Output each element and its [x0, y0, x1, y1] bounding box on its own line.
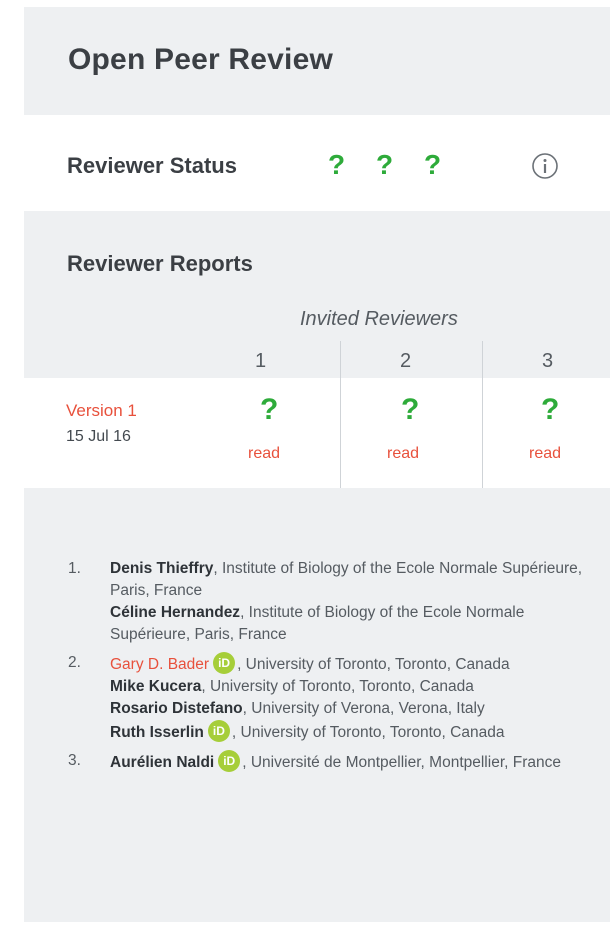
- column-number: 3: [542, 350, 554, 372]
- report-status-icon: ?: [541, 393, 560, 426]
- reviewer-entry: Ruth Isserlin iD, University of Toronto, …: [110, 720, 598, 744]
- column-divider: [482, 378, 483, 488]
- list-item-number: 2.: [68, 654, 81, 671]
- reviewer-name: Denis Thieffry: [110, 560, 214, 577]
- panel-header: Open Peer Review: [24, 7, 610, 112]
- status-question-icon: ?: [376, 149, 394, 180]
- reviewer-name: Ruth Isserlin: [110, 724, 204, 741]
- list-item: 3. Aurélien Naldi iD, Université de Montp…: [68, 750, 598, 774]
- status-question-icon: ?: [328, 149, 346, 180]
- reviewer-reports-section: Reviewer Reports Invited Reviewers 1 2 3…: [24, 213, 610, 922]
- report-status-icon: ?: [401, 393, 420, 426]
- reviewer-name: Aurélien Naldi: [110, 754, 215, 771]
- column-divider: [482, 341, 483, 379]
- list-item-number: 1.: [68, 560, 81, 577]
- status-question-icon: ?: [424, 149, 442, 180]
- read-report-link[interactable]: read: [248, 445, 280, 463]
- reviewer-list: 1. Denis Thieffry, Institute of Biology …: [68, 558, 598, 780]
- column-number: 1: [255, 350, 267, 372]
- open-peer-review-panel: Open Peer Review Reviewer Status ? ? ? R…: [24, 7, 610, 922]
- reviewer-entry: Mike Kucera, University of Toronto, Toro…: [110, 676, 598, 698]
- list-item: 2. Gary D. Bader iD, University of Toront…: [68, 652, 598, 744]
- invited-reviewers-label: Invited Reviewers: [300, 308, 458, 330]
- reviewer-status-label: Reviewer Status: [67, 153, 237, 178]
- reviewer-name: Céline Hernandez: [110, 604, 241, 621]
- column-number: 2: [400, 350, 412, 372]
- reviewer-affiliation: , University of Verona, Verona, Italy: [242, 700, 485, 717]
- info-icon[interactable]: [531, 152, 559, 180]
- panel-title: Open Peer Review: [68, 43, 333, 76]
- reviewer-name: Mike Kucera: [110, 678, 202, 695]
- read-report-link[interactable]: read: [529, 445, 561, 463]
- reviewer-name-link[interactable]: Gary D. Bader: [110, 656, 209, 673]
- reviewer-entry: Denis Thieffry, Institute of Biology of …: [110, 558, 598, 602]
- orcid-icon[interactable]: iD: [213, 652, 236, 674]
- version-date: 15 Jul 16: [66, 428, 131, 445]
- reviewer-entry: Gary D. Bader iD, University of Toronto, …: [110, 652, 598, 676]
- reviewer-entry: Aurélien Naldi iD, Université de Montpell…: [110, 750, 598, 774]
- orcid-icon[interactable]: iD: [218, 750, 241, 772]
- reviewer-affiliation: , University of Toronto, Toronto, Canada: [231, 724, 505, 741]
- version-link[interactable]: Version 1: [66, 401, 137, 421]
- reviewer-affiliation: , Université de Montpellier, Montpellier…: [242, 754, 561, 771]
- orcid-icon[interactable]: iD: [207, 720, 230, 742]
- list-item-number: 3.: [68, 752, 81, 769]
- reviewer-affiliation: , University of Toronto, Toronto, Canada: [237, 656, 510, 673]
- version-row: Version 1 15 Jul 16 ? read ? read ? read: [24, 378, 610, 488]
- column-divider: [340, 378, 341, 488]
- reviewer-name: Rosario Distefano: [110, 700, 243, 717]
- column-divider: [340, 341, 341, 379]
- reviewer-entry: Rosario Distefano, University of Verona,…: [110, 698, 598, 720]
- read-report-link[interactable]: read: [387, 445, 419, 463]
- reviewer-affiliation: , University of Toronto, Toronto, Canada: [201, 678, 474, 695]
- reviewer-entry: Céline Hernandez, Institute of Biology o…: [110, 602, 598, 646]
- reviewer-status-row: Reviewer Status ? ? ?: [24, 115, 610, 211]
- list-item: 1. Denis Thieffry, Institute of Biology …: [68, 558, 598, 646]
- reviewer-reports-label: Reviewer Reports: [67, 251, 253, 276]
- report-status-icon: ?: [260, 393, 279, 426]
